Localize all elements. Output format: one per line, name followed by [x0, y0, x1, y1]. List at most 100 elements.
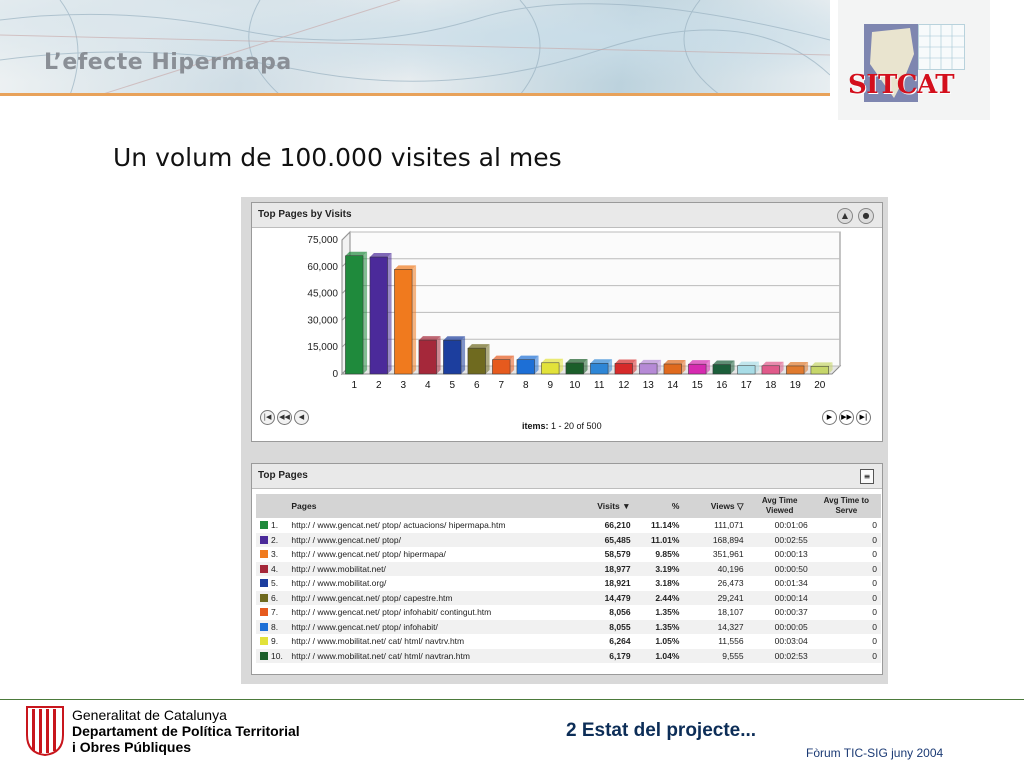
views-cell: 11,556	[718, 636, 744, 647]
views-cell: 351,961	[712, 549, 744, 560]
bar	[614, 363, 633, 375]
avg-time-serve-cell: 0	[872, 549, 877, 560]
visits-cell: 6,179	[585, 648, 635, 663]
percent-cell: 1.35%	[634, 619, 684, 634]
bar	[737, 365, 756, 375]
x-tick-label: 12	[618, 380, 630, 391]
header-rule	[0, 93, 830, 96]
rank-column-header	[256, 494, 288, 518]
last-page-icon[interactable]: ▶|	[856, 410, 871, 425]
previous-icon[interactable]: ◀	[294, 410, 309, 425]
views-column-header[interactable]: Views ▽	[683, 494, 748, 518]
next-icon[interactable]: ▶	[822, 410, 837, 425]
x-tick-label: 13	[643, 380, 655, 391]
rank-value: 8.	[271, 621, 279, 632]
avg-time-viewed-cell: 00:00:05	[747, 619, 812, 634]
y-tick-label: 30,000	[307, 315, 338, 326]
rank-cell: 7.	[256, 605, 287, 620]
x-tick-label: 6	[474, 380, 480, 391]
bar	[761, 365, 780, 375]
percent-cell: 3.18%	[655, 578, 680, 589]
views-cell: 29,241	[683, 590, 748, 605]
avg-time-viewed-column-header[interactable]: Avg Time Viewed	[747, 494, 812, 518]
bar	[590, 363, 609, 375]
page-url-link[interactable]: http:/ / www.mobilitat.net/	[287, 561, 586, 576]
avg-time-viewed-cell: 00:00:50	[747, 561, 812, 576]
views-cell: 168,894	[683, 532, 748, 547]
export-icon[interactable]: ▲	[837, 208, 853, 224]
page-url-link[interactable]: http:/ / www.gencat.net/ ptop/	[287, 532, 586, 547]
percent-column-header[interactable]: %	[634, 494, 684, 518]
pages-column-header[interactable]: Pages	[287, 494, 586, 518]
rank-cell: 9.	[256, 634, 287, 649]
avg-time-serve-cell: 0	[872, 578, 877, 589]
bar	[345, 255, 364, 375]
x-tick-label: 16	[716, 380, 728, 391]
percent-cell: 1.05%	[655, 636, 680, 647]
panel-header: Top Pages by Visits ▲ ●	[252, 203, 882, 228]
table-row: 7. http:/ / www.gencat.net/ ptop/ infohab…	[256, 605, 881, 620]
series-color-swatch	[260, 637, 268, 646]
x-tick-label: 11	[594, 380, 605, 391]
series-color-swatch	[260, 550, 268, 559]
views-cell: 26,473	[717, 578, 744, 589]
page-url-link[interactable]: http:/ / www.gencat.net/ ptop/ infohabit…	[287, 619, 586, 634]
bar	[663, 363, 682, 375]
first-page-icon[interactable]: |◀	[260, 410, 275, 425]
series-color-swatch	[260, 521, 268, 530]
x-tick-label: 20	[814, 380, 826, 391]
page-url-link[interactable]: http:/ / www.mobilitat.net/ cat/ html/ n…	[287, 634, 585, 649]
top-pages-panel: Top Pages ≡ Pages Visits ▼ % Views ▽ Avg…	[251, 463, 883, 675]
analytics-screenshot: Top Pages by Visits ▲ ● 0 15,000 30,000 45,…	[241, 197, 888, 684]
table-row: 5. http:/ / www.mobilitat.org/18,921 3.18%…	[256, 576, 881, 591]
x-tick-label: 14	[667, 380, 679, 391]
table-header-row: Pages Visits ▼ % Views ▽ Avg Time Viewed…	[256, 494, 881, 518]
page-url-link[interactable]: http:/ / www.mobilitat.org/	[287, 576, 585, 591]
previous-set-icon[interactable]: ◀◀	[277, 410, 292, 425]
visits-column-header[interactable]: Visits ▼	[585, 494, 635, 518]
top-pages-by-visits-panel: Top Pages by Visits ▲ ● 0 15,000 30,000 45,…	[251, 202, 883, 442]
rank-cell: 3.	[256, 547, 287, 562]
visits-cell: 18,977	[585, 561, 635, 576]
grid-icon	[918, 24, 965, 70]
table-row: 2. http:/ / www.gencat.net/ ptop/65,485 11…	[256, 532, 881, 547]
avg-time-serve-cell: 0	[811, 532, 881, 547]
bar	[492, 359, 511, 375]
views-cell: 9,555	[683, 648, 748, 663]
avg-time-viewed-cell: 00:00:13	[774, 549, 808, 560]
x-tick-label: 18	[765, 380, 777, 391]
visits-cell: 8,056	[609, 607, 631, 618]
rank-cell: 5.	[256, 576, 287, 591]
items-label: items:	[522, 421, 549, 431]
print-icon[interactable]: ≡	[860, 469, 874, 484]
avg-time-serve-cell: 0	[872, 607, 877, 618]
page-url-link[interactable]: http:/ / www.gencat.net/ ptop/ actuacion…	[287, 518, 585, 533]
percent-cell: 11.14%	[651, 520, 680, 531]
views-cell: 18,107	[717, 607, 744, 618]
series-color-swatch	[260, 622, 268, 631]
bar-side	[363, 251, 368, 374]
top-pages-table: Pages Visits ▼ % Views ▽ Avg Time Viewed…	[256, 494, 881, 663]
page-url-link[interactable]: http:/ / www.gencat.net/ ptop/ infohabit…	[287, 605, 585, 620]
page-url-link[interactable]: http:/ / www.mobilitat.net/ cat/ html/ n…	[287, 648, 586, 663]
x-tick-label: 2	[376, 380, 382, 391]
avg-time-serve-cell: 0	[872, 636, 877, 647]
section-footer: 2 Estat del projecte...	[566, 720, 757, 741]
help-icon[interactable]: ●	[858, 208, 874, 224]
x-tick-label: 7	[498, 380, 504, 391]
x-tick-label: 3	[400, 380, 406, 391]
rank-value: 7.	[271, 607, 279, 618]
percent-cell: 9.85%	[655, 549, 680, 560]
next-set-icon[interactable]: ▶▶	[839, 410, 854, 425]
institution-line-1: Generalitat de Catalunya	[72, 707, 227, 723]
header-banner: L’efecte Hipermapa	[0, 0, 830, 95]
avg-time-serve-column-header[interactable]: Avg Time to Serve	[811, 494, 881, 518]
x-tick-label: 10	[569, 380, 581, 391]
page-url-link[interactable]: http:/ / www.gencat.net/ ptop/ hipermapa…	[287, 547, 585, 562]
table-row: 8. http:/ / www.gencat.net/ ptop/ infohab…	[256, 619, 881, 634]
x-tick-label: 9	[547, 380, 553, 391]
sitcat-logo-text: SITCAT	[848, 70, 955, 100]
page-url-link[interactable]: http:/ / www.gencat.net/ ptop/ capestre.…	[287, 590, 586, 605]
panel-header: Top Pages ≡	[252, 464, 882, 489]
bar	[516, 359, 535, 375]
